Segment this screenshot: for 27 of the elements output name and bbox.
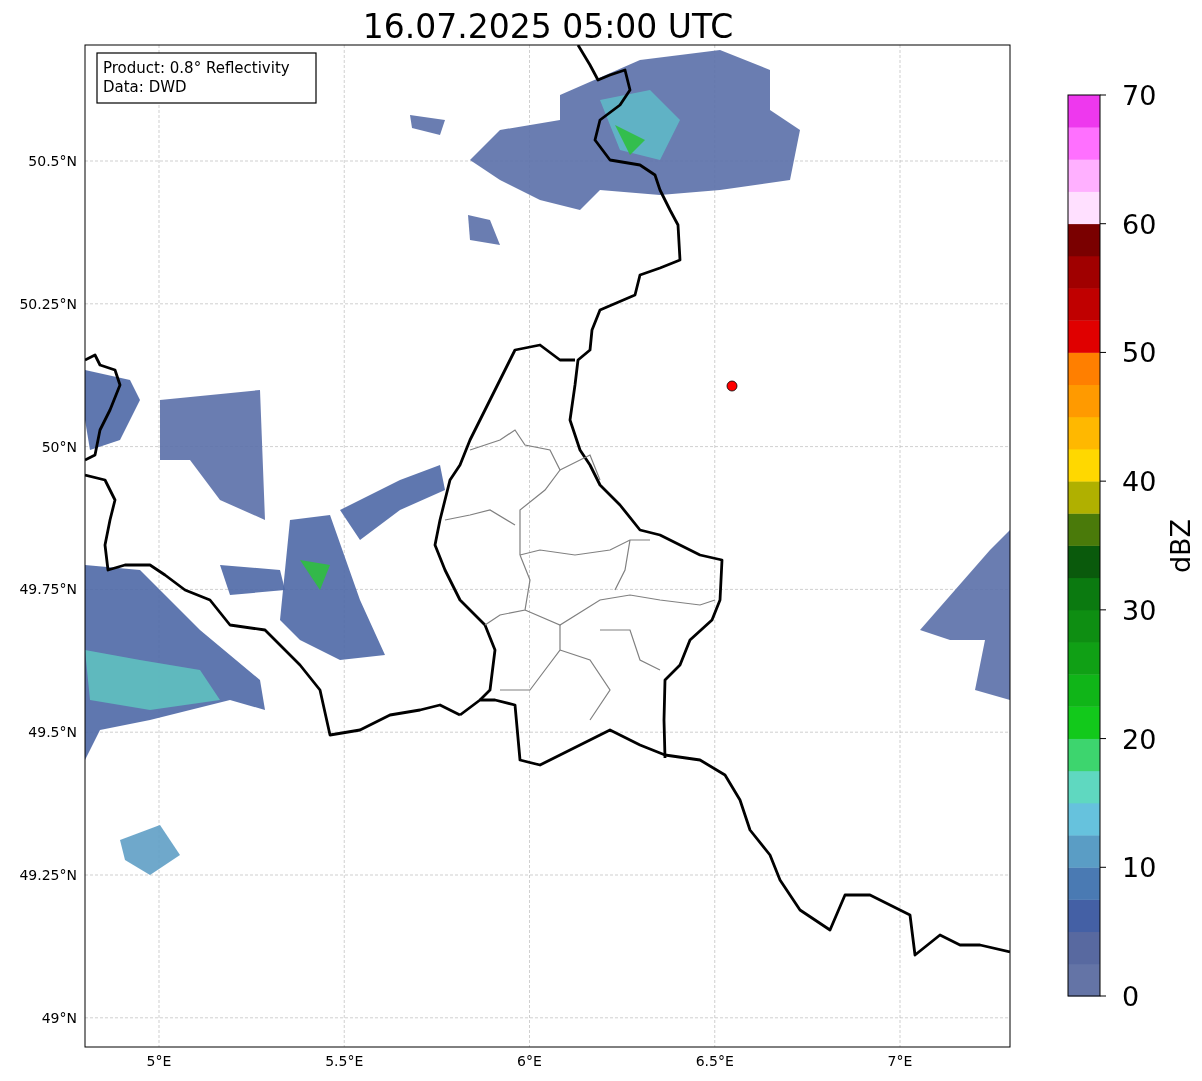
- axis-tick-label: 49.5°N: [28, 724, 77, 741]
- axis-tick-label: 49.75°N: [19, 581, 77, 598]
- axis-tick-label: 50.5°N: [28, 153, 77, 169]
- colorbar-tick-label: 0: [1122, 981, 1140, 1012]
- radar-echo: [120, 825, 180, 875]
- colorbar-tick-label: 30: [1122, 594, 1157, 626]
- info-box: Product: 0.8° Reflectivity Data: DWD: [96, 52, 317, 104]
- axis-tick-label: 6.5°E: [695, 1053, 734, 1069]
- axis-tick-label: 7°E: [887, 1053, 913, 1069]
- axis-tick-label: 50°N: [41, 438, 77, 455]
- axis-tick-label: 5°E: [146, 1053, 172, 1069]
- radar-echo: [468, 215, 500, 245]
- axis-tick-label: 6°E: [517, 1053, 542, 1069]
- axis-tick-label: 50.25°N: [19, 295, 77, 312]
- radar-echo: [410, 115, 445, 135]
- colorbar-tick-label: 10: [1122, 852, 1157, 884]
- colorbar-tick-label: 70: [1122, 80, 1157, 111]
- colorbar-label: dBZ: [1165, 518, 1196, 574]
- axis-tick-label: 5.5°E: [325, 1053, 364, 1069]
- location-marker: [726, 380, 738, 392]
- colorbar-tick-label: 50: [1122, 337, 1157, 369]
- axis-tick-label: 49.25°N: [19, 867, 77, 883]
- chart-title: 16.07.2025 05:00 UTC: [362, 7, 734, 46]
- colorbar-tick-label: 60: [1122, 208, 1157, 240]
- axis-tick-label: 49°N: [41, 1009, 77, 1026]
- colorbar-tick-label: 20: [1122, 723, 1157, 755]
- colorbar-tick-label: 40: [1122, 466, 1157, 498]
